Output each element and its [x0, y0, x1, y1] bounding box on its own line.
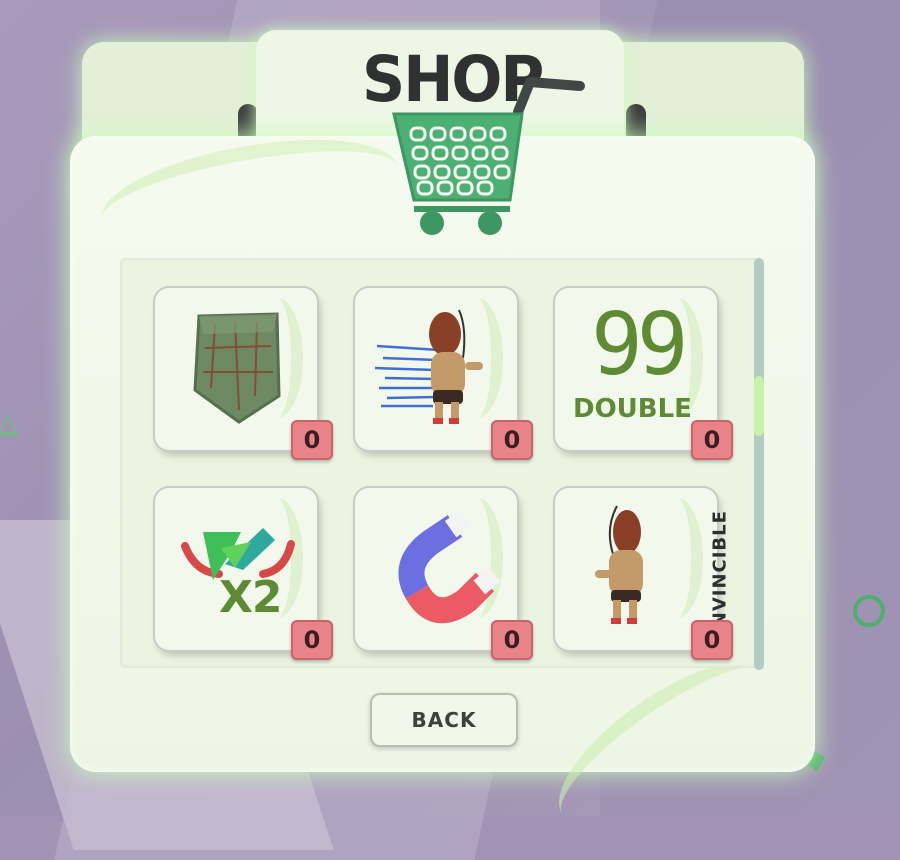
shop-item-magnet[interactable]: 0: [355, 488, 533, 660]
item-count-badge: 0: [691, 420, 733, 460]
scrollbar-track[interactable]: [754, 258, 764, 670]
cart-icon: [392, 77, 585, 235]
shop-item-x2-multiplier[interactable]: X2 0: [155, 488, 333, 660]
scrollbar-thumb[interactable]: [754, 376, 764, 436]
shop-item-speed-boost[interactable]: 0: [355, 288, 533, 460]
back-button[interactable]: BACK: [370, 693, 518, 747]
shop-item-invincible[interactable]: INVINCIBLE 0: [555, 488, 733, 660]
x2-label: X2: [219, 572, 283, 623]
invincible-label: INVINCIBLE: [709, 510, 731, 635]
item-count-badge: 0: [491, 620, 533, 660]
triangle-decoration: [0, 414, 18, 436]
shop-item-shield[interactable]: 0: [155, 288, 333, 460]
ring-decoration: [853, 595, 885, 627]
item-count-badge: 0: [491, 420, 533, 460]
item-count-badge: 0: [691, 620, 733, 660]
shop-item-double-score[interactable]: 99 DOUBLE 0: [555, 288, 733, 460]
double-number: 99: [591, 295, 689, 395]
panel-swoosh: [94, 120, 406, 266]
double-label: DOUBLE: [573, 394, 692, 424]
item-count-badge: 0: [291, 620, 333, 660]
item-count-badge: 0: [291, 420, 333, 460]
